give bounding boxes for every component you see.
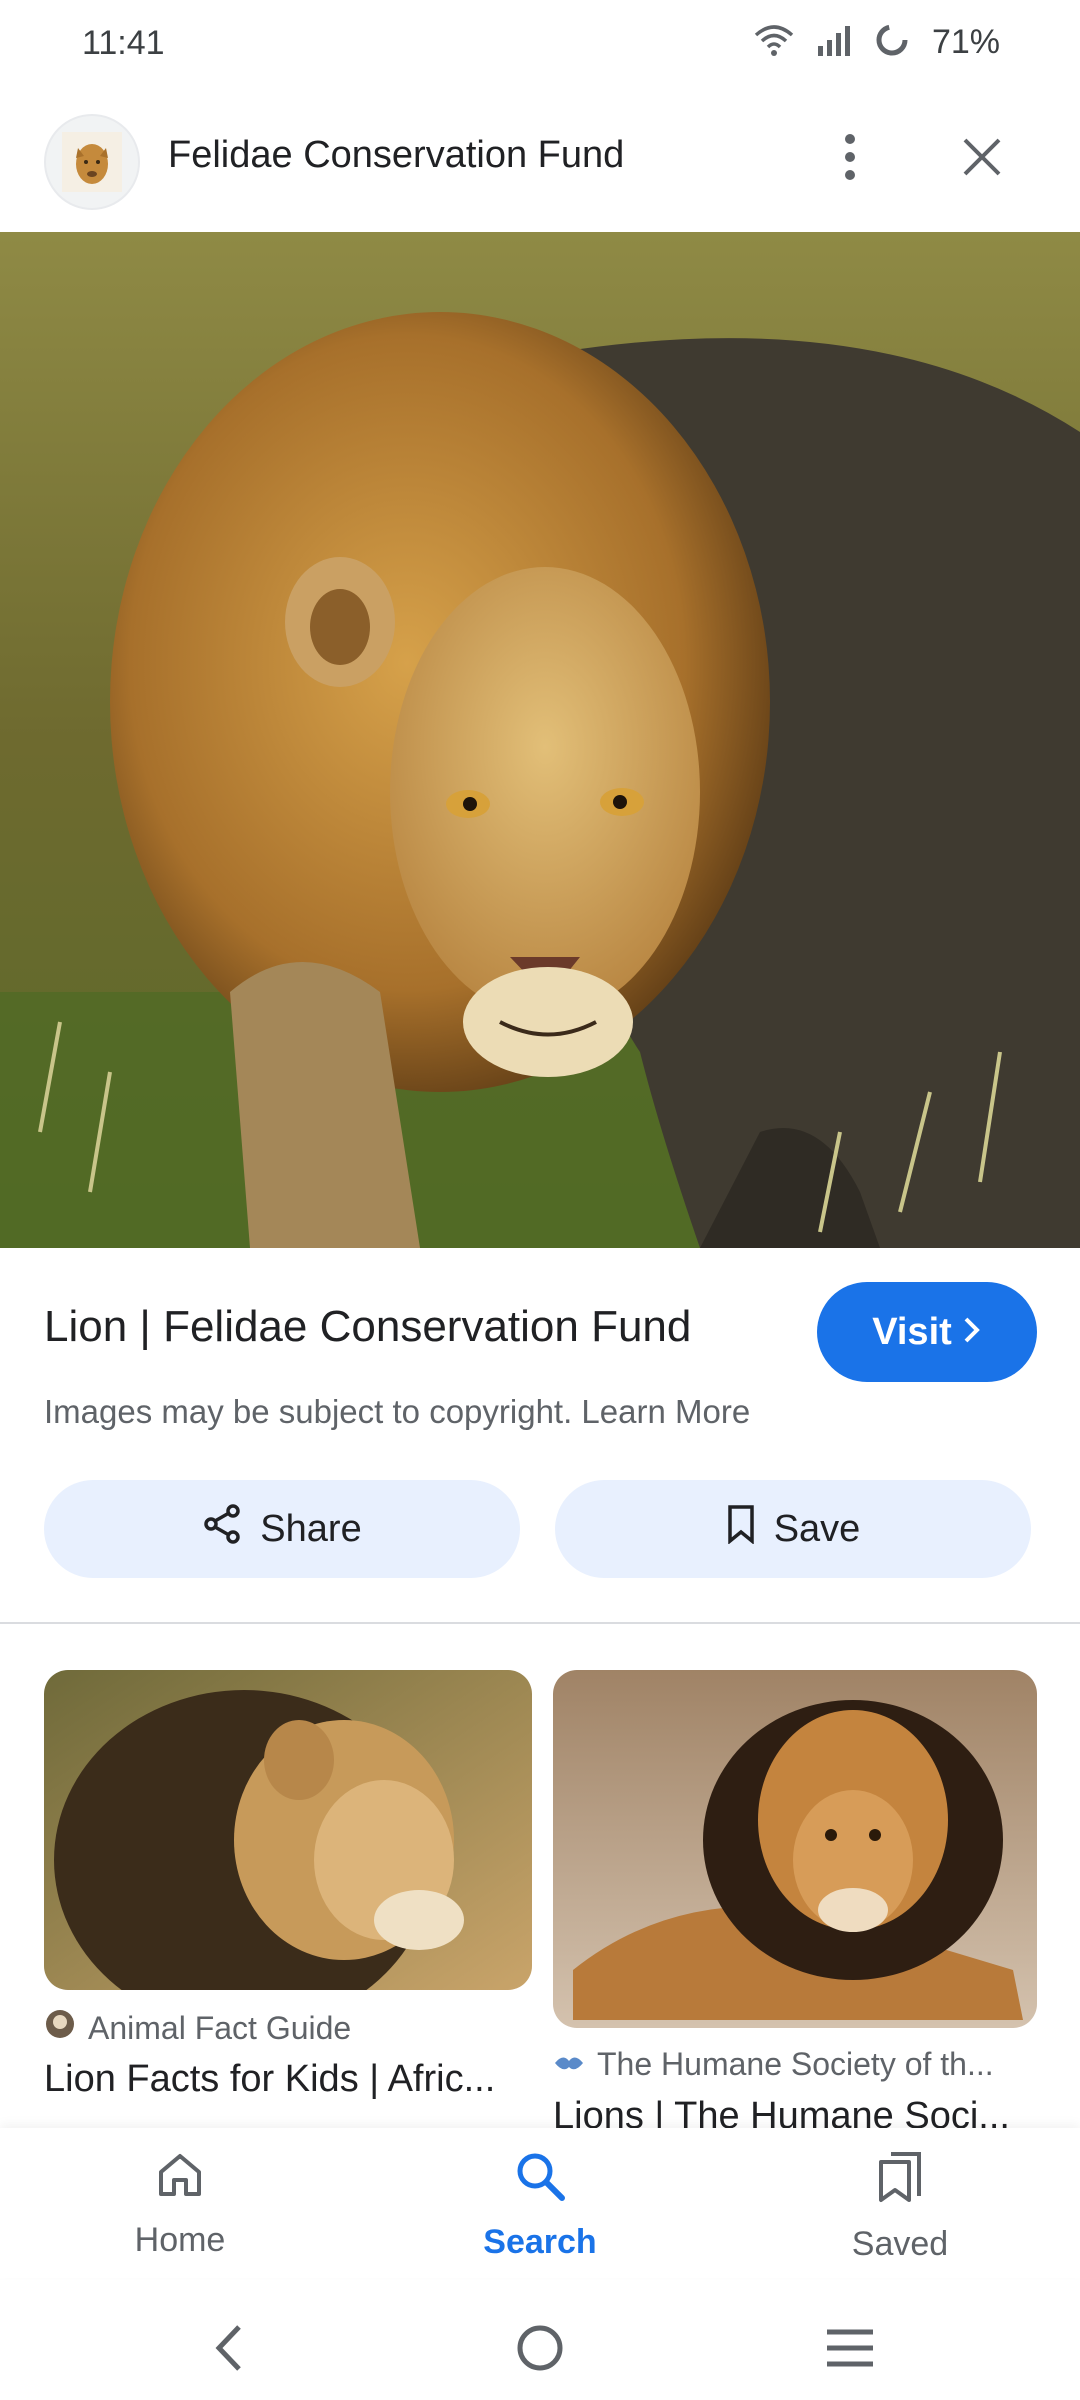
share-label: Share bbox=[260, 1507, 362, 1550]
visit-button[interactable]: Visit bbox=[817, 1282, 1037, 1382]
related-title-1[interactable]: Lion Facts for Kids | Afric... bbox=[44, 2058, 534, 2101]
save-button[interactable]: Save bbox=[555, 1480, 1031, 1578]
site-favicon[interactable] bbox=[44, 114, 140, 210]
status-time: 11:41 bbox=[82, 24, 165, 62]
save-label: Save bbox=[773, 1507, 861, 1550]
nav-home[interactable]: Home bbox=[80, 2150, 280, 2260]
share-icon bbox=[202, 1503, 242, 1555]
share-button[interactable]: Share bbox=[44, 1480, 520, 1578]
close-icon bbox=[962, 137, 1002, 182]
recents-icon bbox=[825, 2328, 875, 2373]
visit-label: Visit bbox=[872, 1310, 952, 1353]
battery-percent: 71% bbox=[931, 23, 1000, 61]
system-home-button[interactable] bbox=[500, 2310, 580, 2390]
more-options-button[interactable] bbox=[820, 126, 880, 192]
nav-saved-label: Saved bbox=[851, 2225, 949, 2263]
home-circle-icon bbox=[515, 2323, 565, 2378]
signal-icon bbox=[816, 24, 852, 61]
copyright-notice[interactable]: Images may be subject to copyright. Lear… bbox=[44, 1393, 750, 1431]
related-source-name: Animal Fact Guide bbox=[88, 2009, 352, 2046]
chevron-right-icon bbox=[962, 1311, 982, 1354]
source-favicon-icon bbox=[44, 2008, 76, 2048]
result-title[interactable]: Lion | Felidae Conservation Fund bbox=[44, 1302, 691, 1352]
back-icon bbox=[213, 2323, 243, 2378]
related-image-2[interactable] bbox=[553, 1670, 1037, 2028]
related-image-1[interactable] bbox=[44, 1670, 532, 1990]
system-recents-button[interactable] bbox=[810, 2310, 890, 2390]
nav-search[interactable]: Search bbox=[440, 2150, 640, 2262]
nav-search-label: Search bbox=[483, 2223, 597, 2261]
status-icons: 71% bbox=[754, 22, 1000, 63]
site-name[interactable]: Felidae Conservation Fund bbox=[168, 134, 624, 177]
battery-icon bbox=[874, 22, 910, 63]
wifi-icon bbox=[754, 23, 794, 62]
source-favicon-icon bbox=[553, 2046, 585, 2083]
nav-saved[interactable]: Saved bbox=[800, 2150, 1000, 2264]
saved-icon bbox=[875, 2150, 925, 2213]
hero-image[interactable] bbox=[0, 232, 1080, 1248]
divider bbox=[0, 1622, 1080, 1624]
search-icon bbox=[514, 2150, 566, 2211]
system-back-button[interactable] bbox=[188, 2310, 268, 2390]
related-source-2[interactable]: The Humane Society of th... bbox=[553, 2046, 994, 2083]
home-icon bbox=[155, 2150, 205, 2209]
related-source-1[interactable]: Animal Fact Guide bbox=[44, 2008, 351, 2048]
more-vert-icon bbox=[843, 132, 857, 187]
bookmark-icon bbox=[726, 1504, 756, 1554]
related-source-name: The Humane Society of th... bbox=[597, 2046, 994, 2082]
nav-home-label: Home bbox=[134, 2221, 226, 2259]
close-button[interactable] bbox=[950, 126, 1014, 192]
